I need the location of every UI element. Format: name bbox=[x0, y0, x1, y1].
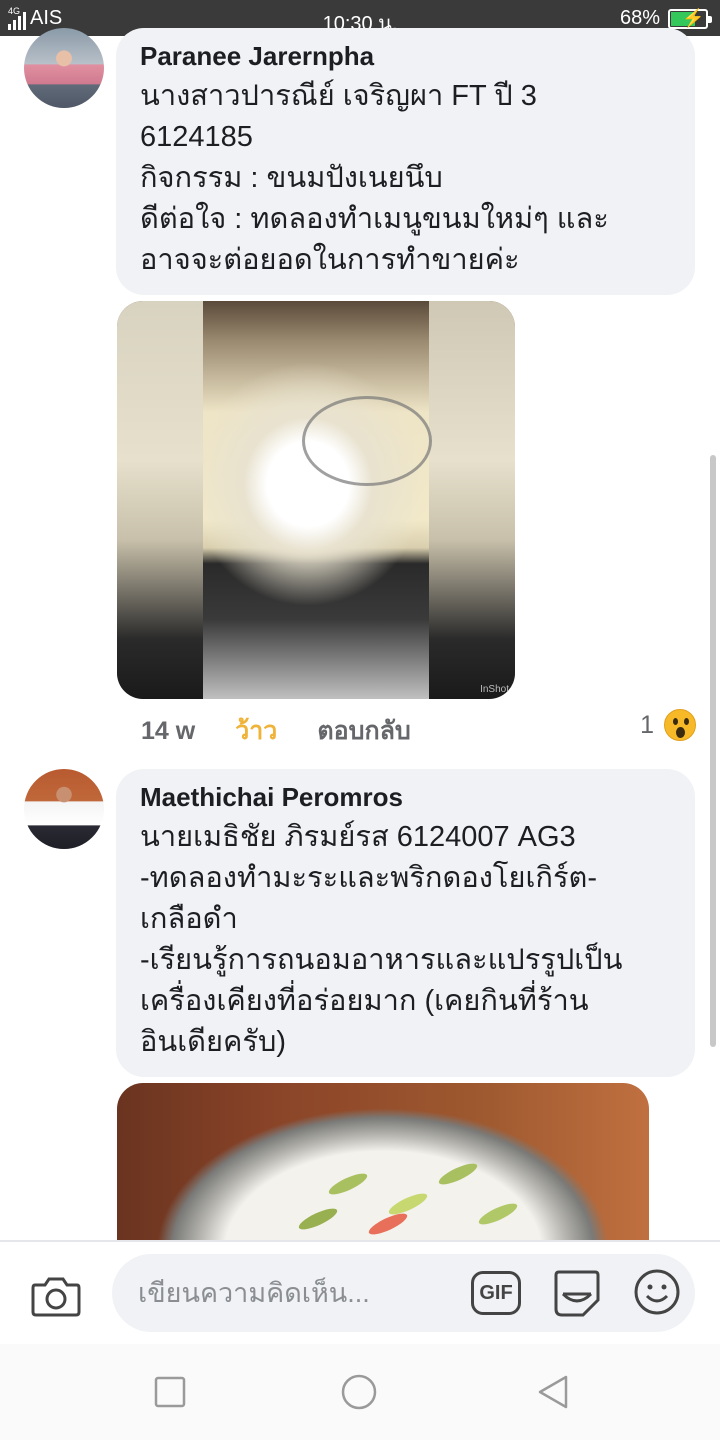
photo-blur-right bbox=[429, 301, 515, 699]
comment-bubble[interactable]: Maethichai Peromros นายเมธิชัย ภิรมย์รส … bbox=[116, 769, 695, 1077]
comment-text: นางสาวปารณีย์ เจริญผา FT ปี 3 6124185 กิ… bbox=[140, 80, 609, 276]
wow-icon bbox=[664, 709, 696, 741]
sticker-icon[interactable] bbox=[553, 1268, 601, 1318]
food-item bbox=[386, 1189, 430, 1219]
reaction-count: 1 bbox=[640, 710, 654, 739]
food-item bbox=[296, 1204, 340, 1234]
food-item bbox=[366, 1209, 410, 1239]
reply-button[interactable]: ตอบกลับ bbox=[317, 711, 410, 751]
food-item bbox=[476, 1199, 520, 1229]
camera-icon[interactable] bbox=[31, 1275, 81, 1317]
food-item bbox=[326, 1169, 370, 1199]
gif-icon[interactable]: GIF bbox=[471, 1271, 521, 1315]
food-item bbox=[436, 1159, 480, 1189]
home-icon[interactable] bbox=[341, 1374, 377, 1410]
comment-author[interactable]: Maethichai Peromros bbox=[140, 777, 671, 817]
system-nav-bar bbox=[0, 1344, 720, 1440]
comment-bubble[interactable]: Paranee Jarernpha นางสาวปารณีย์ เจริญผา … bbox=[116, 28, 695, 295]
comment-input[interactable] bbox=[112, 1254, 695, 1332]
photo-watermark: InShot bbox=[480, 684, 509, 695]
battery-percent: 68% bbox=[619, 7, 660, 29]
recent-apps-icon[interactable] bbox=[152, 1374, 188, 1410]
avatar[interactable] bbox=[24, 769, 104, 849]
photo-blur-left bbox=[117, 301, 203, 699]
reaction-summary[interactable]: 1 bbox=[640, 709, 696, 741]
comment-text: นายเมธิชัย ภิรมย์รส 6124007 AG3 -ทดลองทำ… bbox=[140, 821, 623, 1058]
emoji-icon[interactable] bbox=[633, 1268, 681, 1316]
avatar[interactable] bbox=[24, 28, 104, 108]
comment-author[interactable]: Paranee Jarernpha bbox=[140, 36, 671, 76]
comment-photo[interactable]: InShot bbox=[117, 301, 515, 699]
comment-time: 14 w bbox=[141, 716, 196, 745]
back-icon[interactable] bbox=[536, 1374, 572, 1410]
battery-icon: ⚡ bbox=[668, 7, 712, 29]
comment-photo[interactable] bbox=[117, 1083, 649, 1243]
status-right: 68% ⚡ bbox=[619, 7, 712, 30]
whisk-graphic bbox=[302, 396, 432, 486]
comment-actions: 14 w ว้าว ตอบกลับ bbox=[141, 711, 411, 751]
comment-composer: GIF bbox=[0, 1240, 720, 1344]
reaction-button[interactable]: ว้าว bbox=[235, 711, 277, 751]
scrollbar-thumb[interactable] bbox=[710, 455, 716, 1047]
charging-icon: ⚡ bbox=[682, 7, 705, 28]
